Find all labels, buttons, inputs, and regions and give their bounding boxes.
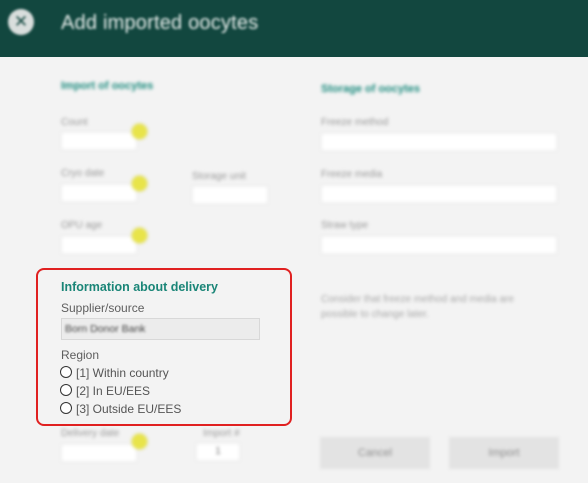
straw-type-input[interactable]: [321, 236, 557, 254]
storage-unit-label: Storage unit: [192, 171, 246, 182]
import-number-input[interactable]: 1: [196, 443, 240, 461]
info-dot-icon: [132, 176, 147, 191]
dialog-header: ✕ Add imported oocytes: [0, 0, 588, 57]
freeze-media-input[interactable]: [321, 185, 557, 203]
region-option-label: [3] Outside EU/EES: [76, 402, 182, 416]
supplier-value: Born Donor Bank: [65, 323, 146, 335]
delivery-date-input[interactable]: [61, 444, 137, 462]
storage-section-title: Storage of oocytes: [321, 83, 421, 95]
region-option-within-country[interactable]: [1] Within country: [60, 365, 169, 381]
info-dot-icon: [132, 228, 147, 243]
cryo-date-label: Cryo date: [61, 168, 105, 179]
straw-type-label: Straw type: [321, 220, 369, 231]
region-option-label: [1] Within country: [76, 366, 169, 380]
radio-button-icon[interactable]: [60, 384, 72, 396]
radio-button-icon[interactable]: [60, 402, 72, 414]
storage-note: Consider that freeze method and media ar…: [321, 294, 514, 320]
import-number-label: Import #: [203, 428, 240, 439]
import-section-title: Import of oocytes: [61, 80, 154, 92]
opu-age-input[interactable]: [61, 236, 137, 254]
info-dot-icon: [132, 434, 147, 449]
import-button[interactable]: Import: [449, 437, 559, 469]
count-label: Count: [61, 117, 88, 128]
storage-unit-input[interactable]: [192, 186, 268, 204]
radio-button-icon[interactable]: [60, 366, 72, 378]
info-dot-icon: [132, 124, 147, 139]
freeze-method-label: Freeze method: [321, 117, 389, 128]
freeze-media-label: Freeze media: [321, 169, 383, 180]
supplier-label: Supplier/source: [61, 301, 145, 315]
cancel-button[interactable]: Cancel: [320, 437, 430, 469]
cryo-date-input[interactable]: [61, 184, 137, 202]
delivery-section-title: Information about delivery: [61, 280, 218, 294]
delivery-info-panel: Information about delivery Supplier/sour…: [36, 268, 292, 426]
region-option-eu-ees[interactable]: [2] In EU/EES: [60, 383, 150, 399]
count-input[interactable]: [61, 132, 137, 150]
region-option-label: [2] In EU/EES: [76, 384, 151, 398]
dialog-title: Add imported oocytes: [61, 12, 259, 34]
close-icon[interactable]: ✕: [8, 9, 34, 35]
supplier-input[interactable]: Born Donor Bank: [61, 318, 260, 340]
opu-age-label: OPU age: [61, 220, 103, 231]
freeze-method-input[interactable]: [321, 133, 557, 151]
delivery-date-label: Delivery date: [61, 428, 120, 439]
region-option-outside-eu-ees[interactable]: [3] Outside EU/EES: [60, 401, 181, 417]
region-label: Region: [61, 348, 100, 362]
